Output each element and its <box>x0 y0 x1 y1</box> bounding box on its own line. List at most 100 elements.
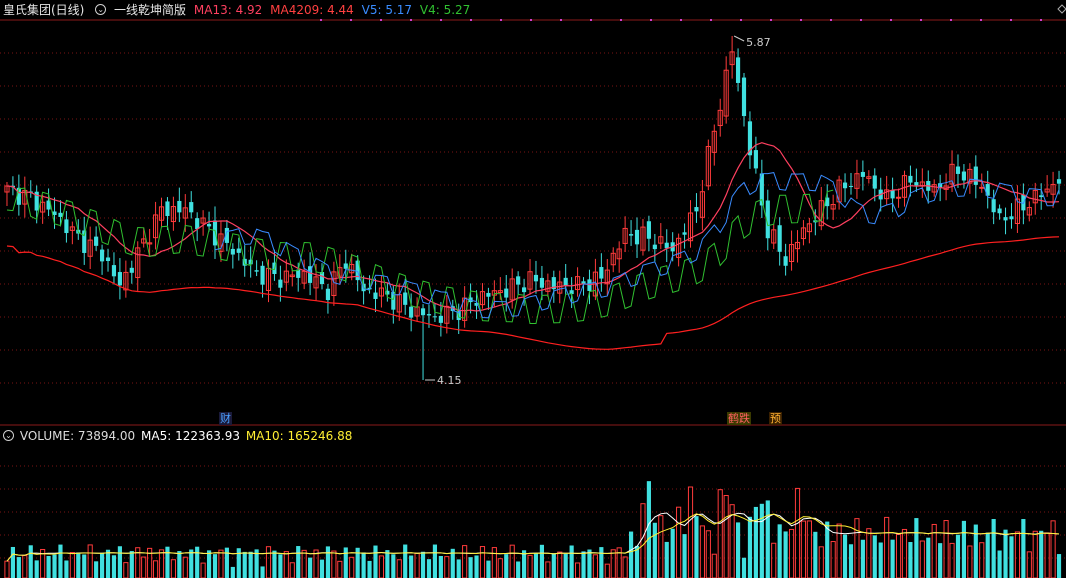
candle-body <box>646 221 651 239</box>
volume-bar <box>961 520 967 578</box>
high-label: 5.87 <box>746 36 771 49</box>
candle-body <box>432 316 438 318</box>
volume-value: VOLUME: 73894.00 <box>19 429 136 443</box>
volume-bar <box>788 528 795 578</box>
volume-bar <box>1014 531 1021 578</box>
volume-bar <box>955 534 961 578</box>
forecast-badge[interactable]: 预 <box>769 412 782 425</box>
finance-badge[interactable]: 财 <box>219 412 232 425</box>
candle-body <box>991 199 996 213</box>
volume-bar <box>604 563 610 578</box>
candle-body <box>895 196 902 199</box>
candle-body <box>64 219 69 234</box>
volume-bar <box>919 540 925 578</box>
volume-bar <box>343 547 348 578</box>
candle-body <box>753 150 758 169</box>
top-marker-dot <box>980 19 982 21</box>
top-marker-dot <box>530 19 532 21</box>
volume-bar <box>574 562 581 578</box>
candle-body <box>278 279 283 288</box>
volume-bar <box>759 503 764 578</box>
high-pointer <box>733 35 745 42</box>
volume-bar <box>94 561 99 578</box>
candle-body <box>230 248 235 255</box>
candle-body <box>195 218 200 230</box>
volume-bar <box>349 556 355 578</box>
candle-body <box>403 292 408 305</box>
volume-bar <box>676 506 682 578</box>
volume-bar <box>265 546 272 578</box>
dropdown-icon[interactable]: ⌄ <box>95 4 107 15</box>
volume-bar <box>884 516 890 578</box>
top-marker-dot <box>920 19 922 21</box>
volume-bar <box>474 555 479 578</box>
volume-bar <box>170 559 176 578</box>
volume-bar <box>777 524 782 578</box>
top-marker-dot <box>650 19 652 21</box>
volume-bar <box>444 556 450 578</box>
volume-bar <box>64 560 69 578</box>
candle-body <box>628 234 634 236</box>
volume-bar <box>426 559 432 578</box>
volume-bar <box>396 559 402 578</box>
volume-bar <box>699 525 705 578</box>
volume-bar <box>391 554 396 578</box>
volume-bar <box>1009 536 1014 578</box>
candle-body <box>504 288 509 298</box>
volume-bar <box>82 554 87 578</box>
candle-body <box>1056 179 1062 184</box>
drop-badge[interactable]: 鹤跌 <box>727 412 751 425</box>
candle-body <box>860 171 865 177</box>
ma10-value: MA10: 165246.88 <box>245 429 353 443</box>
volume-bar <box>741 557 747 578</box>
volume-bar <box>296 546 301 578</box>
candle-body <box>516 276 521 285</box>
volume-bar <box>141 556 147 578</box>
volume-bar <box>456 559 461 578</box>
volume-bar <box>747 516 753 578</box>
indicator-name[interactable]: 一线乾坤简版 <box>114 3 186 17</box>
volume-bar <box>949 542 955 578</box>
volume-bar <box>658 515 664 578</box>
volume-bar <box>278 554 283 578</box>
candle-body <box>522 287 527 293</box>
volume-bar <box>361 552 366 578</box>
volume-bar <box>414 552 420 578</box>
volume-bar <box>337 560 343 578</box>
volume-bar <box>158 549 165 578</box>
volume-bar <box>152 560 159 578</box>
candle-body <box>872 175 877 189</box>
volume-bar <box>1044 532 1050 578</box>
v4-value: V4: 5.27 <box>419 3 471 17</box>
volume-bar <box>794 487 801 578</box>
candle-body <box>319 272 325 285</box>
volume-bar <box>717 489 723 578</box>
volume-dropdown-icon[interactable]: ⌄ <box>3 430 14 441</box>
volume-bar <box>87 544 93 578</box>
candle-body <box>599 267 604 279</box>
volume-bar <box>985 532 990 578</box>
volume-header: ⌄ VOLUME: 73894.00 MA5: 122363.93 MA10: … <box>0 427 354 445</box>
volume-bar <box>1021 519 1026 578</box>
volume-bar <box>46 555 51 578</box>
top-marker-dot <box>890 19 892 21</box>
volume-bar <box>908 542 913 578</box>
candle-body <box>1039 195 1044 198</box>
candle-body <box>848 186 854 188</box>
candle-body <box>961 171 967 181</box>
volume-bar <box>806 520 812 578</box>
stock-title[interactable]: 皇氏集团(日线) <box>3 3 84 17</box>
volume-bar <box>218 549 224 578</box>
stock-chart[interactable]: 5.87 4.15 <box>0 0 1066 578</box>
top-marker-dot <box>590 19 592 21</box>
candle-body <box>177 200 182 213</box>
candle-body <box>325 288 331 301</box>
volume-bar <box>771 542 777 578</box>
volume-bar <box>22 555 28 578</box>
top-marker-dot <box>560 19 562 21</box>
volume-bar <box>195 546 200 578</box>
volume-bar <box>367 560 372 578</box>
volume-bar <box>99 552 105 578</box>
volume-bar <box>1003 529 1008 578</box>
volume-bar <box>694 516 699 578</box>
